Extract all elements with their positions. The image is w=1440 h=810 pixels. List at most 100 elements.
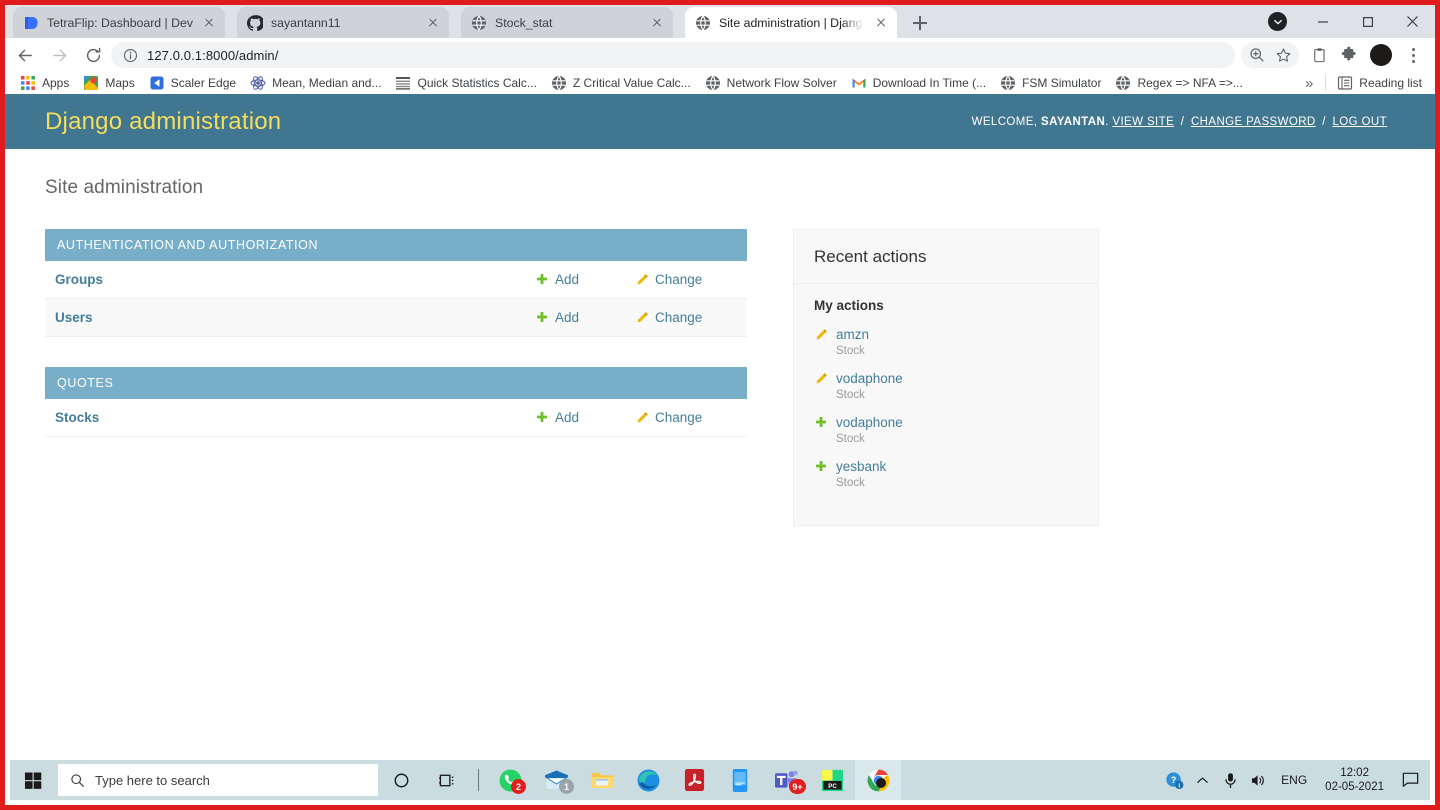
bookmark-fsm-simulator[interactable]: FSM Simulator xyxy=(993,73,1108,93)
add-link-users[interactable]: Add xyxy=(555,310,579,325)
pencil-icon xyxy=(637,311,648,322)
close-icon[interactable] xyxy=(425,15,441,31)
extensions-puzzle-icon[interactable] xyxy=(1335,41,1363,69)
file-explorer-icon xyxy=(591,772,613,788)
close-button[interactable] xyxy=(1390,6,1435,38)
language-indicator[interactable]: ENG xyxy=(1273,773,1315,787)
bookmark-regex-nfa[interactable]: Regex => NFA =>... xyxy=(1108,73,1249,93)
change-cell: Change xyxy=(635,410,735,425)
file-explorer-button[interactable] xyxy=(579,760,625,800)
microsoft-edge-icon xyxy=(637,769,659,791)
recent-action-link[interactable]: vodaphone xyxy=(836,371,1082,387)
browser-toolbar: 127.0.0.1:8000/admin/ xyxy=(5,38,1435,72)
clipboard-extension-icon[interactable] xyxy=(1305,41,1333,69)
user-tools: WELCOME, SAYANTAN. VIEW SITE / CHANGE PA… xyxy=(972,116,1387,128)
change-link-groups[interactable]: Change xyxy=(655,272,702,287)
adobe-acrobat-button[interactable] xyxy=(671,760,717,800)
zoom-icon[interactable] xyxy=(1243,41,1270,69)
bookmark-label: Quick Statistics Calc... xyxy=(417,76,537,90)
recent-action-link[interactable]: vodaphone xyxy=(836,415,1082,431)
close-icon[interactable] xyxy=(873,15,889,31)
your-phone-button[interactable] xyxy=(717,760,763,800)
app-module-caption[interactable]: QUOTES xyxy=(45,367,747,399)
microsoft-edge-button[interactable] xyxy=(625,760,671,800)
whatsapp-button[interactable]: 2 xyxy=(487,760,533,800)
address-bar[interactable]: 127.0.0.1:8000/admin/ xyxy=(111,42,1235,68)
bookmark-apps[interactable]: Apps xyxy=(13,73,76,93)
pencil-icon xyxy=(637,273,648,284)
bookmark-z-critical-value[interactable]: Z Critical Value Calc... xyxy=(544,73,698,93)
close-icon[interactable] xyxy=(649,15,665,31)
mail-button[interactable]: 1 xyxy=(533,760,579,800)
site-branding[interactable]: Django administration xyxy=(45,108,281,136)
bookmark-star-icon[interactable] xyxy=(1270,41,1297,69)
profile-avatar[interactable] xyxy=(1370,44,1392,66)
globe-icon xyxy=(1116,75,1131,91)
log-out-link[interactable]: LOG OUT xyxy=(1332,116,1387,128)
pycharm-button[interactable]: PC xyxy=(809,760,855,800)
speaker-icon[interactable] xyxy=(1245,760,1271,800)
add-link-stocks[interactable]: Add xyxy=(555,410,579,425)
list-item: yesbank Stock xyxy=(814,459,1082,489)
browser-tab-1[interactable]: TetraFlip: Dashboard | Devfolio xyxy=(13,7,225,38)
start-button[interactable] xyxy=(10,760,56,800)
browser-tab-2[interactable]: sayantann11 xyxy=(237,7,449,38)
clock[interactable]: 12:02 02-05-2021 xyxy=(1317,766,1392,794)
zoom-indicator[interactable] xyxy=(1241,42,1299,68)
recent-action-link[interactable]: amzn xyxy=(836,327,1082,343)
app-module-quotes: QUOTES Stocks Add Change xyxy=(45,367,747,437)
bookmarks-overflow-button[interactable]: » xyxy=(1297,76,1321,91)
scaler-icon xyxy=(150,76,164,90)
model-link-groups[interactable]: Groups xyxy=(55,272,103,287)
maximize-button[interactable] xyxy=(1345,6,1390,38)
window-controls xyxy=(1255,5,1435,38)
bookmark-download-in-time[interactable]: Download In Time (... xyxy=(844,73,993,93)
add-link-groups[interactable]: Add xyxy=(555,272,579,287)
change-link-stocks[interactable]: Change xyxy=(655,410,702,425)
task-view-icon xyxy=(438,774,453,786)
gmail-icon xyxy=(852,78,866,88)
model-link-users[interactable]: Users xyxy=(55,310,93,325)
google-chrome-button[interactable] xyxy=(855,760,901,800)
close-icon[interactable] xyxy=(201,15,217,31)
recent-action-link[interactable]: yesbank xyxy=(836,459,1082,475)
django-header: Django administration WELCOME, SAYANTAN.… xyxy=(5,94,1435,149)
bookmark-scaler-edge[interactable]: Scaler Edge xyxy=(142,73,243,93)
divider xyxy=(478,769,479,791)
task-view-button[interactable] xyxy=(424,760,470,800)
cortana-button[interactable] xyxy=(378,760,424,800)
back-button[interactable] xyxy=(11,41,39,69)
bookmark-mean-median[interactable]: Mean, Median and... xyxy=(243,73,388,93)
notification-center-button[interactable] xyxy=(1394,760,1426,800)
minimize-button[interactable] xyxy=(1300,6,1345,38)
microphone-icon[interactable] xyxy=(1217,760,1243,800)
forward-button[interactable] xyxy=(45,41,73,69)
microsoft-teams-button[interactable]: 9+ xyxy=(763,760,809,800)
reload-button[interactable] xyxy=(79,41,107,69)
view-site-link[interactable]: VIEW SITE xyxy=(1112,116,1174,128)
chevron-up-icon[interactable] xyxy=(1189,760,1215,800)
change-password-link[interactable]: CHANGE PASSWORD xyxy=(1191,116,1316,128)
model-row-users: Users Add Change xyxy=(45,299,747,337)
chevron-down-badge-icon[interactable] xyxy=(1255,6,1300,38)
model-link-stocks[interactable]: Stocks xyxy=(55,410,99,425)
url-text: 127.0.0.1:8000/admin/ xyxy=(147,47,279,63)
change-cell: Change xyxy=(635,272,735,287)
change-link-users[interactable]: Change xyxy=(655,310,702,325)
search-input[interactable]: Type here to search xyxy=(58,764,378,796)
reading-list-button[interactable]: Reading list xyxy=(1330,73,1429,93)
new-tab-button[interactable] xyxy=(907,10,933,36)
my-actions-heading: My actions xyxy=(814,298,884,313)
kebab-menu-icon[interactable] xyxy=(1399,41,1427,69)
bookmark-network-flow-solver[interactable]: Network Flow Solver xyxy=(698,73,844,93)
bookmark-label: Z Critical Value Calc... xyxy=(572,76,691,90)
bookmark-quick-statistics[interactable]: Quick Statistics Calc... xyxy=(388,73,543,93)
browser-tab-3[interactable]: Stock_stat xyxy=(461,7,673,38)
info-circle-icon xyxy=(123,48,138,62)
bookmark-maps[interactable]: Maps xyxy=(76,73,141,93)
help-circle-icon[interactable]: ? i xyxy=(1161,760,1187,800)
app-module-caption[interactable]: AUTHENTICATION AND AUTHORIZATION xyxy=(45,229,747,261)
bookmark-label: Maps xyxy=(105,76,135,90)
bookmark-label: Scaler Edge xyxy=(170,76,237,90)
browser-tab-4-active[interactable]: Site administration | Django site a xyxy=(685,7,897,38)
